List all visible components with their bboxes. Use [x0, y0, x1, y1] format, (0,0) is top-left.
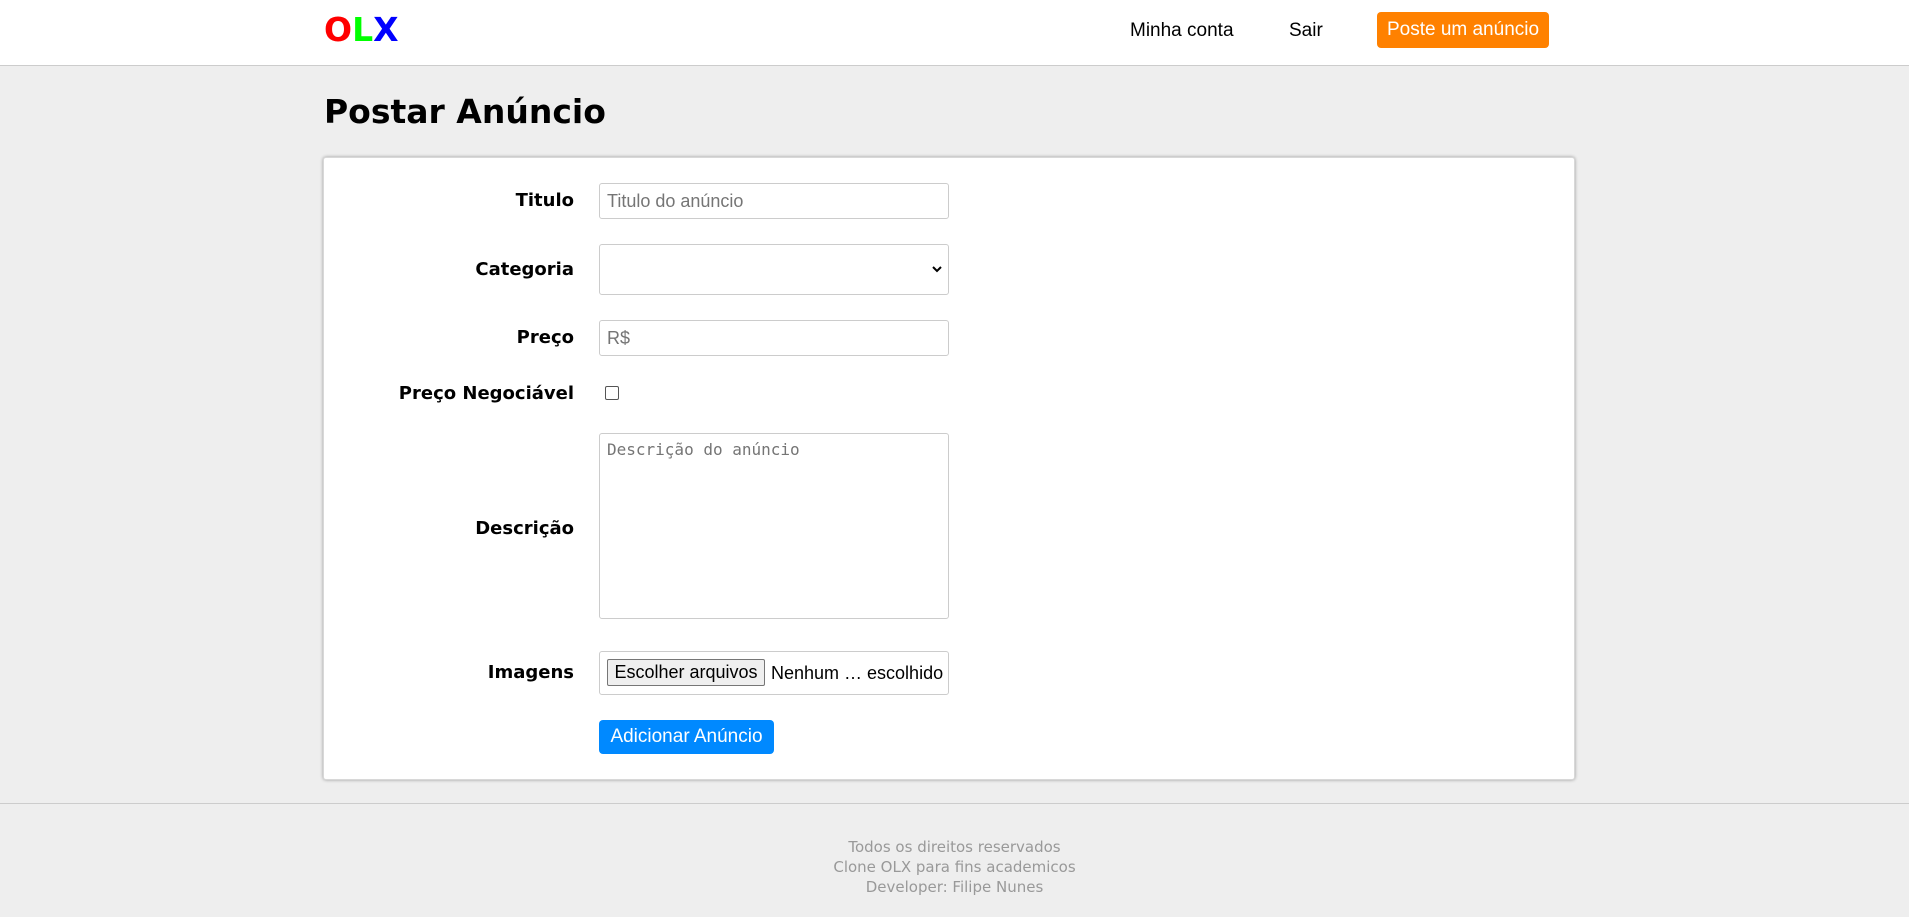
price-label: Preço [516, 327, 574, 348]
footer-developer-text: Developer: Filipe Nunes [865, 878, 1044, 896]
description-textarea[interactable]: Descrição do anúncio [599, 433, 949, 619]
description-label: Descrição [475, 518, 574, 539]
add-ad-submit-button[interactable]: Adicionar Anúncio [599, 720, 774, 754]
choose-files-button[interactable]: Escolher arquivos [607, 659, 765, 686]
images-file-input[interactable]: Escolher arquivos Nenhum … escolhido [599, 651, 949, 695]
category-select[interactable] [599, 244, 949, 295]
post-ad-form-card [323, 157, 1575, 780]
negotiable-price-checkbox[interactable] [605, 386, 619, 400]
post-ad-button[interactable]: Poste um anúncio [1377, 12, 1549, 48]
footer-clone-text: Clone OLX para fins academicos [833, 858, 1076, 876]
olx-logo[interactable]: OLX [324, 10, 399, 50]
price-input[interactable]: R$ [599, 320, 949, 356]
chevron-down-icon [932, 266, 942, 273]
negotiable-price-label: Preço Negociável [398, 383, 574, 404]
nav-logout-link[interactable]: Sair [1289, 19, 1323, 43]
footer-divider [0, 803, 1909, 804]
nav-my-account-link[interactable]: Minha conta [1130, 19, 1234, 43]
no-file-chosen-text: Nenhum … escolhido [771, 663, 944, 683]
footer-rights-text: Todos os direitos reservados [848, 838, 1061, 856]
page-title: Postar Anúncio [324, 92, 606, 131]
category-label: Categoria [475, 259, 574, 280]
top-header: OLX Minha conta Sair Poste um anúncio [0, 0, 1909, 66]
title-label: Titulo [515, 190, 574, 211]
logo-letter-x: X [373, 10, 399, 49]
logo-letter-l: L [352, 10, 374, 49]
logo-letter-o: O [324, 10, 353, 49]
title-input[interactable]: Titulo do anúncio [599, 183, 949, 219]
images-label: Imagens [487, 662, 574, 683]
